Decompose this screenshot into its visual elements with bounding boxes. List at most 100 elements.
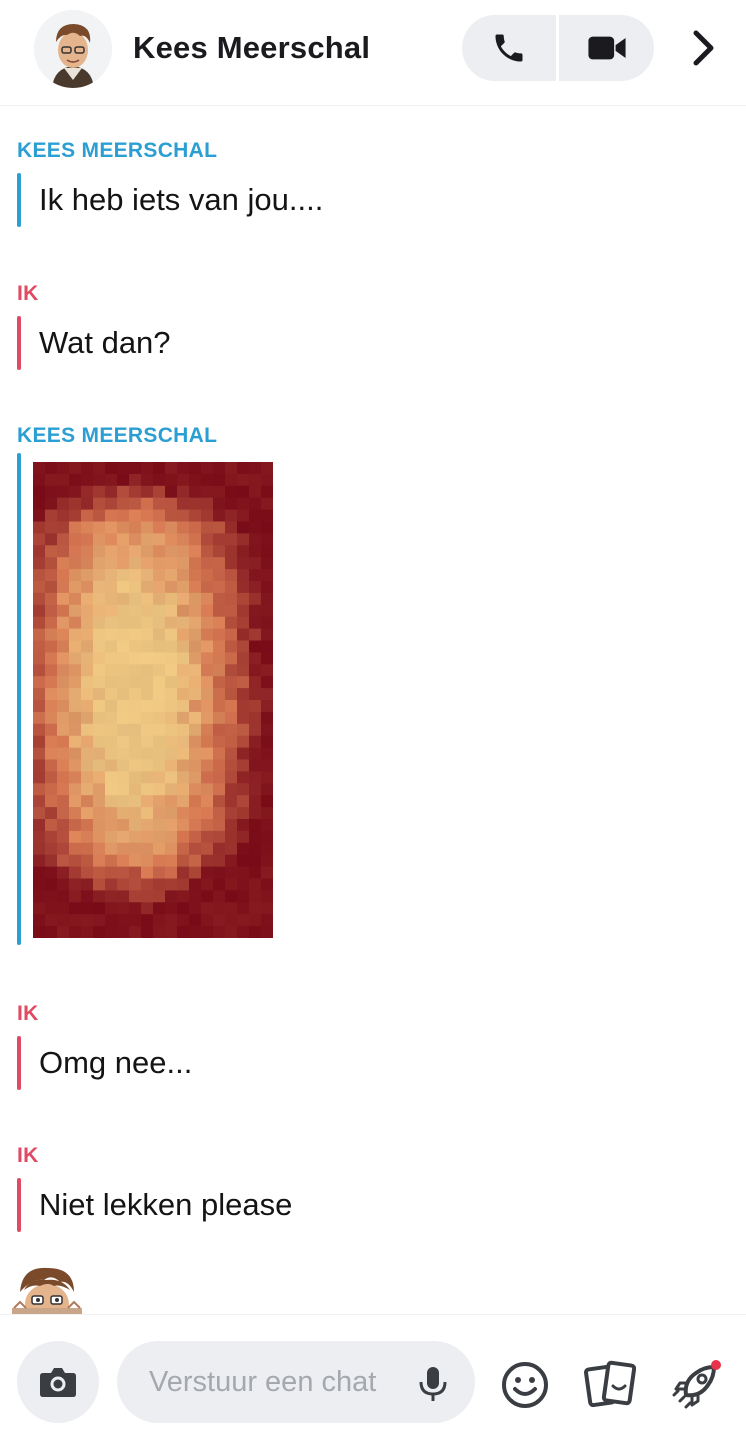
- message-bubble[interactable]: Ik heb iets van jou....: [17, 173, 323, 227]
- photo-pixel: [57, 604, 70, 618]
- photo-pixel: [249, 688, 262, 701]
- photo-pixel: [201, 485, 214, 499]
- photo-pixel: [165, 569, 178, 582]
- photo-pixel: [213, 866, 226, 879]
- photo-pixel: [81, 747, 94, 760]
- photo-pixel: [165, 676, 178, 689]
- video-call-button[interactable]: [559, 15, 654, 81]
- photo-pixel: [93, 842, 106, 856]
- photo-pixel: [225, 854, 238, 868]
- photo-pixel: [33, 676, 46, 689]
- photo-pixel: [237, 902, 250, 915]
- photo-pixel: [129, 640, 142, 653]
- photo-pixel: [225, 926, 238, 938]
- photo-pixel: [117, 485, 130, 499]
- message-text: Ik heb iets van jou....: [39, 182, 324, 217]
- photo-pixel: [93, 747, 106, 760]
- photo-pixel: [105, 700, 118, 713]
- photo-pixel: [141, 604, 154, 618]
- message-text: Wat dan?: [39, 325, 171, 360]
- photo-pixel: [237, 854, 250, 868]
- photo-pixel: [93, 485, 106, 499]
- photo-pixel: [201, 676, 214, 689]
- photo-pixel: [33, 819, 46, 832]
- photo-pixel: [129, 747, 142, 760]
- camera-button[interactable]: [17, 1341, 99, 1423]
- bitmoji-avatar-icon: [12, 1267, 82, 1314]
- photo-pixel: [213, 771, 226, 784]
- photo-pixel: [81, 569, 94, 582]
- photo-pixel: [129, 783, 142, 796]
- photo-pixel: [105, 628, 118, 641]
- photo-pixel: [249, 759, 262, 772]
- photo-pixel: [177, 569, 190, 582]
- call-buttons: [462, 15, 654, 81]
- photo-pixel: [225, 759, 238, 772]
- emoji-button[interactable]: [499, 1359, 551, 1411]
- photo-pixel: [189, 581, 202, 594]
- photo-pixel: [237, 569, 250, 582]
- stickers-button[interactable]: [584, 1359, 636, 1411]
- photo-pixel: [129, 830, 142, 844]
- photo-pixel: [213, 533, 226, 546]
- photo-pixel: [261, 628, 273, 641]
- message-bubble[interactable]: Omg nee...: [17, 1036, 192, 1090]
- photo-pixel: [177, 592, 190, 606]
- more-button[interactable]: [684, 26, 724, 70]
- photo-pixel: [189, 842, 202, 856]
- photo-pixel: [153, 688, 166, 701]
- photo-pixel: [213, 616, 226, 630]
- photo-pixel: [237, 592, 250, 606]
- pixelated-photo[interactable]: [33, 462, 273, 938]
- composer-bar: [0, 1314, 746, 1442]
- photo-pixel: [117, 700, 130, 713]
- photo-pixel: [81, 616, 94, 630]
- photo-pixel: [45, 771, 58, 784]
- photo-pixel: [93, 557, 106, 570]
- photo-message[interactable]: [17, 453, 277, 945]
- photo-pixel: [249, 640, 262, 653]
- photo-pixel: [213, 604, 226, 618]
- photo-pixel: [165, 914, 178, 927]
- photo-pixel: [57, 485, 70, 499]
- photo-pixel: [225, 842, 238, 856]
- photo-pixel: [153, 759, 166, 772]
- photo-pixel: [261, 521, 273, 534]
- photo-pixel: [189, 854, 202, 868]
- photo-pixel: [93, 819, 106, 832]
- photo-pixel: [225, 878, 238, 891]
- message-group: KEES MEERSCHAL: [17, 424, 217, 448]
- photo-pixel: [261, 533, 273, 546]
- photo-pixel: [129, 890, 142, 903]
- photo-pixel: [45, 890, 58, 903]
- photo-pixel: [237, 497, 250, 511]
- photo-pixel: [57, 592, 70, 606]
- photo-pixel: [213, 640, 226, 653]
- photo-pixel: [213, 688, 226, 701]
- photo-pixel: [93, 581, 106, 594]
- photo-pixel: [201, 700, 214, 713]
- photo-pixel: [201, 842, 214, 856]
- photo-pixel: [81, 783, 94, 796]
- voice-call-button[interactable]: [462, 15, 556, 81]
- message-bubble[interactable]: Wat dan?: [17, 316, 171, 370]
- photo-pixel: [105, 485, 118, 499]
- photo-pixel: [237, 878, 250, 891]
- photo-pixel: [57, 509, 70, 522]
- photo-pixel: [237, 473, 250, 487]
- photo-pixel: [81, 795, 94, 808]
- photo-pixel: [93, 783, 106, 796]
- photo-pixel: [165, 854, 178, 868]
- photo-pixel: [69, 640, 82, 653]
- photo-pixel: [249, 533, 262, 546]
- message-bubble[interactable]: Niet lekken please: [17, 1178, 292, 1232]
- camera-icon: [40, 1368, 76, 1397]
- microphone-icon[interactable]: [418, 1365, 448, 1403]
- photo-pixel: [249, 783, 262, 796]
- photo-pixel: [261, 664, 273, 677]
- contact-avatar[interactable]: [34, 10, 112, 88]
- contact-name[interactable]: Kees Meerschal: [133, 30, 370, 66]
- photo-pixel: [237, 842, 250, 856]
- photo-pixel: [69, 533, 82, 546]
- games-button[interactable]: [670, 1359, 722, 1411]
